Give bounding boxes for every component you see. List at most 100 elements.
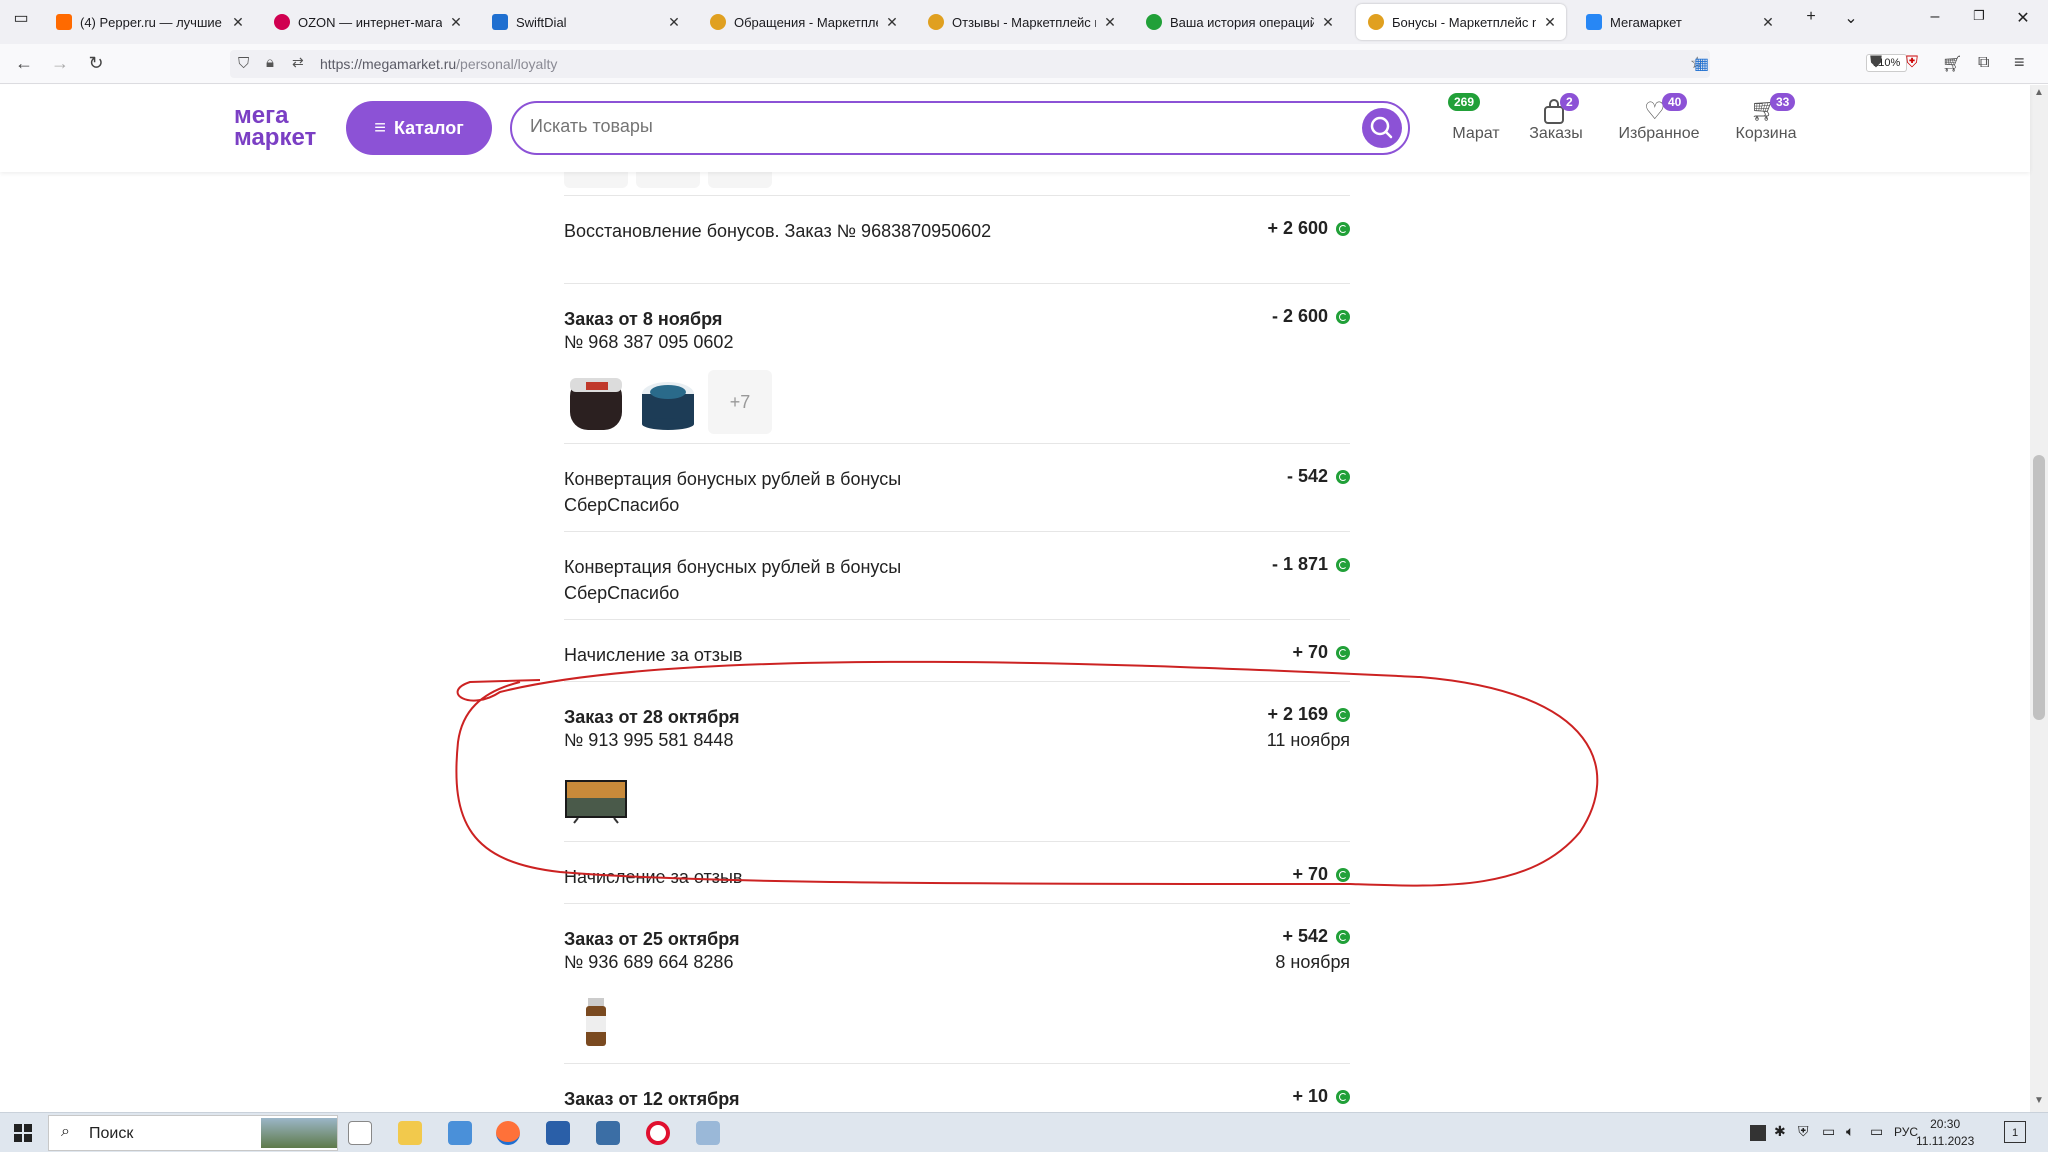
orders-label: Заказы	[1529, 125, 1583, 142]
cart-icon: 🛒︎ 33	[1728, 93, 1804, 125]
permissions-icon[interactable]: ⇄	[292, 54, 304, 71]
search-box	[510, 101, 1410, 155]
search-highlight-image	[261, 1118, 337, 1148]
swiftdial-icon[interactable]: ▦	[1694, 54, 1709, 74]
app-window-icon[interactable]	[546, 1121, 570, 1145]
nvidia-tray-icon[interactable]	[1750, 1125, 1766, 1141]
close-icon[interactable]: ✕	[666, 14, 682, 31]
tab-title: Обращения - Маркетплейс m	[734, 14, 878, 30]
notification-center-icon[interactable]: 1	[2004, 1121, 2026, 1143]
forward-icon[interactable]: →	[48, 53, 72, 74]
header-cart[interactable]: 🛒︎ 33 Корзина	[1728, 93, 1804, 143]
header-profile[interactable]: 269 Марат	[1444, 93, 1508, 143]
tab-pepper[interactable]: (4) Pepper.ru — лучшие скидки ✕	[44, 4, 254, 40]
lock-icon[interactable]: 🔒︎	[266, 54, 274, 71]
close-icon[interactable]: ✕	[1760, 14, 1776, 31]
search-button[interactable]	[1362, 108, 1402, 148]
tab-megamarket[interactable]: Мегамаркет ✕	[1574, 4, 1784, 40]
minimize-icon[interactable]: –	[1920, 8, 1950, 26]
reload-icon[interactable]: ↻	[84, 53, 108, 74]
search-icon: ⌕	[61, 1123, 70, 1140]
display-tray-icon[interactable]: ▭	[1870, 1123, 1883, 1140]
url-host: https://megamarket.ru	[320, 56, 457, 72]
windows-taskbar: ⌕ Поиск ✱ ⛨ ▭ 🔈︎ ▭ РУС 20:30 11.11.2023 …	[0, 1112, 2048, 1152]
pocket-icon[interactable]: ⛊	[1870, 54, 1882, 72]
back-icon[interactable]: ←	[12, 53, 36, 74]
bonus-operations-list: Восстановление бонусов. Заказ № 96838709…	[0, 172, 2030, 1112]
tab-list-icon[interactable]: ▭	[6, 8, 36, 28]
close-icon[interactable]: ✕	[884, 14, 900, 31]
site-header: мега маркет ≡ Каталог 269 Марат 2 Заказы…	[0, 85, 2030, 172]
cart-label: Корзина	[1735, 125, 1797, 142]
header-orders[interactable]: 2 Заказы	[1524, 93, 1588, 143]
extension-shield-icon[interactable]: ⛨	[1906, 54, 1918, 72]
close-icon[interactable]: ✕	[1320, 14, 1336, 31]
shield-icon[interactable]: ⛉	[238, 55, 249, 72]
language-indicator[interactable]: РУС	[1894, 1125, 1918, 1139]
tab-title: Отзывы - Маркетплейс mega	[952, 14, 1096, 30]
clock-time: 20:30	[1930, 1117, 1961, 1131]
tab-bonusy[interactable]: Бонусы - Маркетплейс mega ✕	[1356, 4, 1566, 40]
browser-tab-bar: ▭ (4) Pepper.ru — лучшие скидки ✕ OZON —…	[0, 0, 2048, 44]
vertical-scrollbar[interactable]: ▲ ▼	[2030, 85, 2048, 1112]
megamarket-favicon-icon	[928, 14, 944, 30]
extensions-icon[interactable]: ⧉	[1978, 54, 1989, 72]
scroll-up-icon[interactable]: ▲	[2034, 87, 2044, 98]
tab-title: (4) Pepper.ru — лучшие скидки	[80, 14, 224, 30]
taskbar-search[interactable]: ⌕ Поиск	[48, 1115, 338, 1151]
tab-otzyvy[interactable]: Отзывы - Маркетплейс mega ✕	[916, 4, 1126, 40]
search-icon	[1370, 116, 1393, 139]
calculator-icon[interactable]	[596, 1121, 620, 1145]
catalog-label: Каталог	[393, 117, 464, 138]
menu-icon[interactable]: ≡	[2014, 52, 2025, 73]
network-tray-icon[interactable]: ✱	[1774, 1123, 1786, 1140]
defender-tray-icon[interactable]: ⛨	[1798, 1123, 1809, 1140]
cart-extension-icon[interactable]: 🛒︎	[1942, 54, 1962, 74]
scroll-down-icon[interactable]: ▼	[2034, 1095, 2044, 1106]
windows-start-icon[interactable]	[14, 1124, 32, 1142]
tab-ozon[interactable]: OZON — интернет-магазин. ✕	[262, 4, 472, 40]
paint-icon[interactable]	[696, 1121, 720, 1145]
taskbar-clock[interactable]: 20:30 11.11.2023	[1916, 1116, 1974, 1150]
close-icon[interactable]: ✕	[1542, 14, 1558, 31]
tab-title: SwiftDial	[516, 14, 567, 30]
battery-tray-icon[interactable]: ▭	[1822, 1123, 1835, 1140]
volume-tray-icon[interactable]: 🔈︎	[1846, 1123, 1854, 1140]
notification-count: 1	[2011, 1127, 2019, 1139]
clock-date: 11.11.2023	[1916, 1134, 1975, 1148]
url-bar[interactable]: ⛉ 🔒︎ ⇄ https://megamarket.ru/personal/lo…	[230, 50, 1908, 78]
restore-icon[interactable]: ❐	[1964, 8, 1994, 24]
logo-line2: маркет	[234, 124, 317, 151]
task-view-icon[interactable]	[348, 1121, 372, 1145]
close-icon[interactable]: ✕	[230, 14, 246, 31]
close-icon[interactable]: ✕	[448, 14, 464, 31]
megamarket-favicon-icon	[710, 14, 726, 30]
profile-label: Марат	[1452, 125, 1500, 142]
catalog-button[interactable]: ≡ Каталог	[346, 101, 492, 155]
new-tab-icon[interactable]: +	[1796, 8, 1826, 26]
url-text[interactable]: https://megamarket.ru/personal/loyalty	[320, 56, 557, 72]
control-panel-icon[interactable]	[448, 1121, 472, 1145]
tab-title: Мегамаркет	[1610, 14, 1682, 30]
pepper-favicon-icon	[56, 14, 72, 30]
vk-favicon-icon	[1586, 14, 1602, 30]
favorites-label: Избранное	[1618, 125, 1700, 142]
firefox-icon[interactable]	[496, 1121, 520, 1145]
close-icon[interactable]: ✕	[1102, 14, 1118, 31]
bonus-badge: 269	[1448, 93, 1481, 111]
file-explorer-icon[interactable]	[398, 1121, 422, 1145]
tab-title: Ваша история операций в С	[1170, 14, 1314, 30]
header-favorites[interactable]: ♡ 40 Избранное	[1614, 93, 1704, 143]
search-input[interactable]	[530, 116, 1330, 137]
opera-icon[interactable]	[646, 1121, 670, 1145]
tab-obrascheniya[interactable]: Обращения - Маркетплейс m ✕	[698, 4, 908, 40]
tab-swiftdial[interactable]: SwiftDial ✕	[480, 4, 690, 40]
ozon-favicon-icon	[274, 14, 290, 30]
chevron-down-icon[interactable]: ⌄	[1836, 8, 1866, 28]
window-close-icon[interactable]: ✕	[2008, 8, 2038, 28]
tab-title: Бонусы - Маркетплейс mega	[1392, 14, 1536, 30]
megamarket-logo[interactable]: мега маркет	[234, 104, 334, 151]
heart-icon: ♡ 40	[1614, 93, 1704, 125]
tab-sber-history[interactable]: Ваша история операций в С ✕	[1134, 4, 1344, 40]
scrollbar-thumb[interactable]	[2033, 455, 2045, 720]
